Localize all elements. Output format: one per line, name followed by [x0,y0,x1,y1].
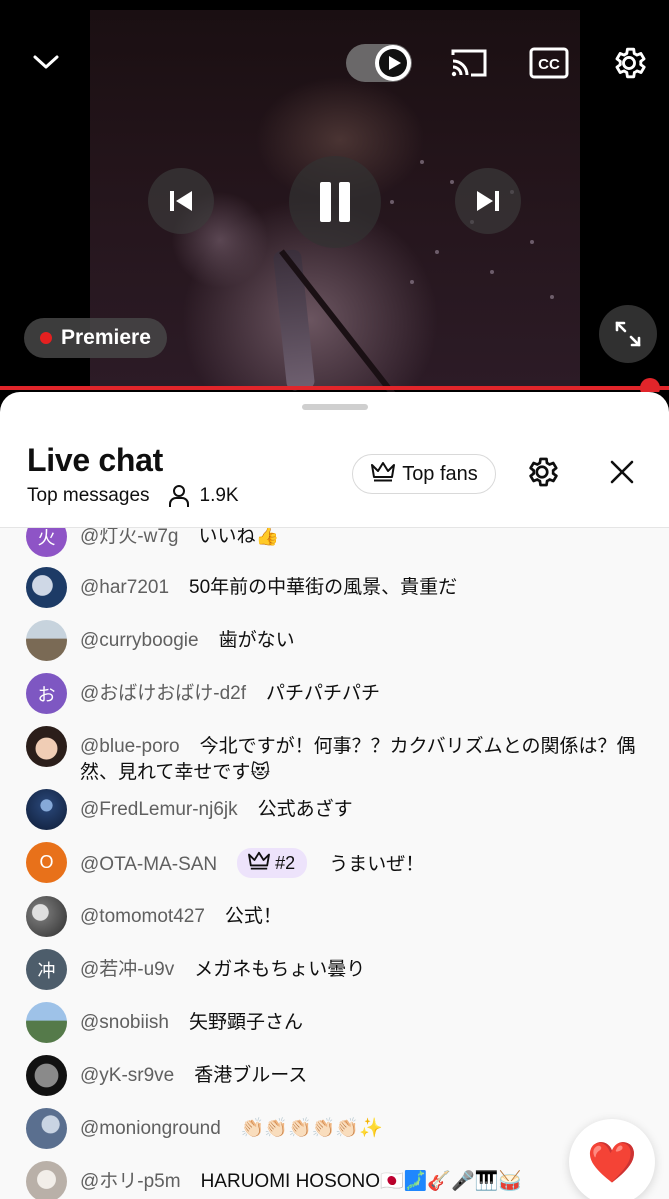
chat-message: @ホリ-p5m HARUOMI HOSONO🇯🇵🗾🎸🎤🎹🥁 [26,1161,646,1199]
message-author[interactable]: @おばけおばけ-d2f [80,683,246,704]
collapse-player-button[interactable] [28,44,64,80]
fullscreen-button[interactable] [599,305,657,363]
avatar[interactable] [26,1002,67,1043]
message-text: 公式！ [224,906,282,927]
message-author[interactable]: @ホリ-p5m [80,1171,181,1192]
skip-next-icon [473,186,503,216]
message-author[interactable]: @har7201 [80,577,169,598]
avatar[interactable]: 冲 [26,949,67,990]
message-author[interactable]: @若冲-u9v [80,959,174,980]
message-text: パチパチパチ [266,683,381,704]
avatar[interactable] [26,567,67,608]
top-fans-label: Top fans [402,462,478,485]
avatar[interactable] [26,1055,67,1096]
video-player[interactable]: CC Premiere [0,0,669,392]
like-heart-button[interactable]: ❤️ [569,1119,655,1199]
cast-icon [449,46,489,80]
message-author[interactable]: @OTA-MA-SAN [80,854,217,875]
fullscreen-icon [613,319,643,349]
avatar[interactable] [26,620,67,661]
progress-thumb[interactable] [640,378,660,392]
message-text: 公式あざす [257,799,353,820]
message-text: いいね👍 [198,528,280,547]
message-text: 香港ブルース [194,1065,308,1086]
captions-button[interactable]: CC [528,42,570,84]
message-author[interactable]: @灯火-w7g [80,528,178,547]
chat-mode-selector[interactable]: Top messages [27,485,150,507]
chat-message: O @OTA-MA-SAN #2 うまいぜ！ [26,842,646,883]
avatar[interactable] [26,1108,67,1149]
chevron-down-icon [32,53,60,71]
next-button[interactable] [455,168,521,234]
message-author[interactable]: @snobiish [80,1012,169,1033]
player-settings-button[interactable] [608,42,650,84]
previous-button[interactable] [148,168,214,234]
chat-message: @har7201 50年前の中華街の風景、貴重だ [26,567,646,608]
play-icon [378,48,408,78]
chat-message: @FredLemur-nj6jk 公式あざす [26,789,646,830]
message-author[interactable]: @FredLemur-nj6jk [80,799,238,820]
chat-subheader: Top messages 1.9K [27,484,239,508]
live-dot-icon [40,332,52,344]
chat-settings-button[interactable] [522,454,562,494]
chat-message: @yK-sr9ve 香港ブルース [26,1055,646,1096]
rank-label: #2 [275,853,296,873]
top-fan-rank-badge: #2 [237,848,308,878]
message-author[interactable]: @curryboogie [80,630,199,651]
drag-handle[interactable] [302,404,368,410]
chat-message: @curryboogie 歯がない [26,620,646,661]
message-text: 矢野顕子さん [189,1012,304,1033]
message-text: 50年前の中華街の風景、貴重だ [189,577,458,598]
close-chat-button[interactable] [602,454,642,494]
message-author[interactable]: @tomomot427 [80,906,205,927]
cast-button[interactable] [448,42,490,84]
avatar[interactable]: O [26,842,67,883]
top-fans-button[interactable]: Top fans [352,454,496,494]
avatar[interactable]: お [26,673,67,714]
crown-icon [370,460,396,488]
autoplay-toggle[interactable] [346,44,412,82]
message-author[interactable]: @monionground [80,1118,221,1139]
viewer-count: 1.9K [199,485,239,506]
live-chat-panel: Live chat Top messages 1.9K Top fans 火 @… [0,392,669,1199]
autoplay-knob [375,45,411,81]
progress-bar[interactable] [0,386,669,390]
pause-icon [315,180,355,224]
chat-message: @monionground 👏🏻👏🏻👏🏻👏🏻👏🏻✨ [26,1108,646,1149]
avatar[interactable]: 火 [26,528,67,557]
pause-button[interactable] [289,156,381,248]
chat-message: @tomomot427 公式！ [26,896,646,937]
message-author[interactable]: @yK-sr9ve [80,1065,174,1086]
close-icon [609,459,635,490]
cc-icon: CC [529,47,569,79]
chat-message: @snobiish 矢野顕子さん [26,1002,646,1043]
avatar[interactable] [26,789,67,830]
gear-icon [610,44,648,82]
message-text: HARUOMI HOSONO🇯🇵🗾🎸🎤🎹🥁 [200,1171,522,1192]
person-icon [168,484,190,508]
chat-message: 火 @灯火-w7g いいね👍 [26,528,646,557]
crown-icon [247,850,271,877]
chat-message: @blue-poro 今北ですが！何事？？カクバリズムとの関係は？偶然、見れて幸せ… [26,726,646,786]
avatar[interactable] [26,896,67,937]
message-author[interactable]: @blue-poro [80,736,180,757]
message-text: 歯がない [218,630,295,651]
message-text: メガネもちょい曇り [194,959,366,980]
skip-previous-icon [166,186,196,216]
premiere-label: Premiere [61,326,151,349]
message-text: うまいぜ！ [329,854,425,876]
chat-message-list[interactable]: 火 @灯火-w7g いいね👍 @har7201 50年前の中華街の風景、貴重だ @c… [0,528,669,1199]
gear-icon [524,454,560,495]
chat-title: Live chat [27,442,164,478]
avatar[interactable] [26,1161,67,1199]
chat-message: 冲 @若冲-u9v メガネもちょい曇り [26,949,646,990]
avatar[interactable] [26,726,67,767]
premiere-badge: Premiere [24,318,167,358]
svg-text:CC: CC [538,56,560,73]
chat-message: お @おばけおばけ-d2f パチパチパチ [26,673,646,714]
heart-icon: ❤️ [587,1140,637,1185]
message-text: 👏🏻👏🏻👏🏻👏🏻👏🏻✨ [240,1118,383,1139]
